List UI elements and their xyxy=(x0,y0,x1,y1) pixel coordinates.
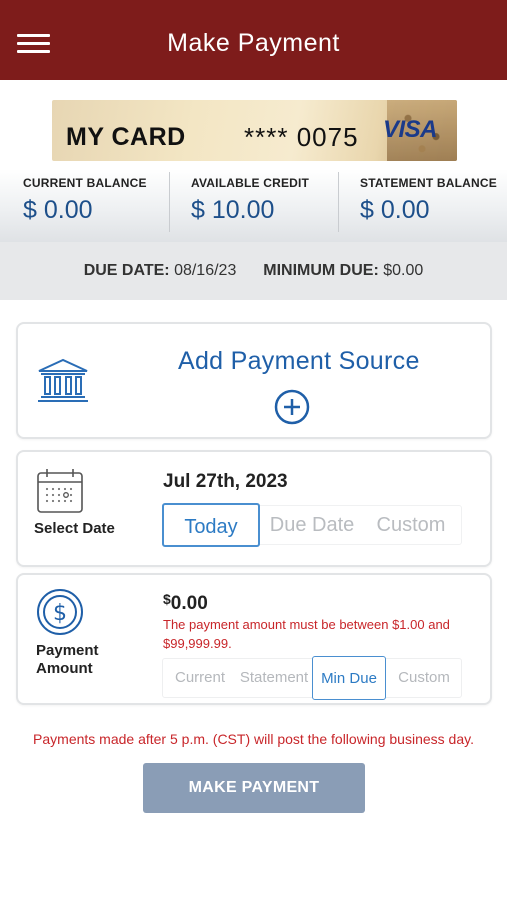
date-option-today[interactable]: Today xyxy=(162,503,260,547)
due-info-bar: DUE DATE: 08/16/23 MINIMUM DUE: $0.00 xyxy=(0,242,507,300)
amount-option-statement[interactable]: Statement xyxy=(236,656,312,700)
card-number: **** 0075 xyxy=(244,122,359,152)
available-credit: AVAILABLE CREDIT $ 10.00 xyxy=(191,176,309,236)
amount-option-selector: Current Statement Min Due Custom xyxy=(162,656,462,700)
date-option-due-date[interactable]: Due Date xyxy=(262,503,362,547)
currency-symbol: $ xyxy=(163,591,171,607)
statement-balance: STATEMENT BALANCE $ 0.00 xyxy=(360,176,497,236)
card-image: MY CARD **** 0075 VISA xyxy=(52,100,457,161)
date-option-selector: Today Due Date Custom xyxy=(162,503,462,547)
divider xyxy=(338,172,339,232)
date-option-custom[interactable]: Custom xyxy=(362,503,460,547)
cutoff-notice: Payments made after 5 p.m. (CST) will po… xyxy=(33,731,474,747)
add-payment-source-title: Add Payment Source xyxy=(178,347,420,375)
statement-balance-value: $ 0.00 xyxy=(360,196,430,224)
amount-number: 0.00 xyxy=(170,593,208,614)
current-balance: CURRENT BALANCE $ 0.00 xyxy=(23,176,147,236)
due-date-label: DUE DATE: xyxy=(83,262,170,279)
svg-text:$: $ xyxy=(53,601,67,626)
amount-option-custom[interactable]: Custom xyxy=(386,656,462,700)
bank-icon xyxy=(38,358,88,402)
payment-amount-value[interactable]: $0.00 xyxy=(163,591,208,615)
add-payment-source-button[interactable]: Add Payment Source xyxy=(16,322,492,439)
minimum-due-value: $0.00 xyxy=(383,262,424,279)
payment-amount-panel: $ Payment Amount $0.00 The payment amoun… xyxy=(16,573,492,705)
app-header: Make Payment xyxy=(0,0,507,80)
available-credit-label: AVAILABLE CREDIT xyxy=(191,176,310,190)
make-payment-button[interactable]: MAKE PAYMENT xyxy=(143,763,365,813)
visa-logo: VISA xyxy=(383,116,438,143)
card-name: MY CARD xyxy=(66,123,186,151)
amount-option-current[interactable]: Current xyxy=(162,656,238,700)
due-date-value: 08/16/23 xyxy=(174,262,237,279)
page-title: Make Payment xyxy=(167,29,340,57)
statement-balance-label: STATEMENT BALANCE xyxy=(360,176,497,190)
plus-circle-icon[interactable] xyxy=(274,389,310,425)
card-summary: MY CARD **** 0075 VISA CURRENT BALANCE $… xyxy=(0,80,507,242)
minimum-due-label: MINIMUM DUE: xyxy=(263,262,379,279)
select-date-panel: Select Date Jul 27th, 2023 Today Due Dat… xyxy=(16,450,492,567)
dollar-circle-icon: $ xyxy=(37,589,83,635)
select-date-label: Select Date xyxy=(34,520,115,537)
current-balance-label: CURRENT BALANCE xyxy=(23,176,147,190)
calendar-icon xyxy=(37,469,83,513)
current-balance-value: $ 0.00 xyxy=(23,196,93,224)
selected-date: Jul 27th, 2023 xyxy=(163,471,288,492)
divider xyxy=(169,172,170,232)
available-credit-value: $ 10.00 xyxy=(191,196,275,224)
amount-option-min-due[interactable]: Min Due xyxy=(312,656,386,700)
amount-error-message: The payment amount must be between $1.00… xyxy=(163,617,450,651)
payment-amount-label: Payment Amount xyxy=(36,642,99,677)
